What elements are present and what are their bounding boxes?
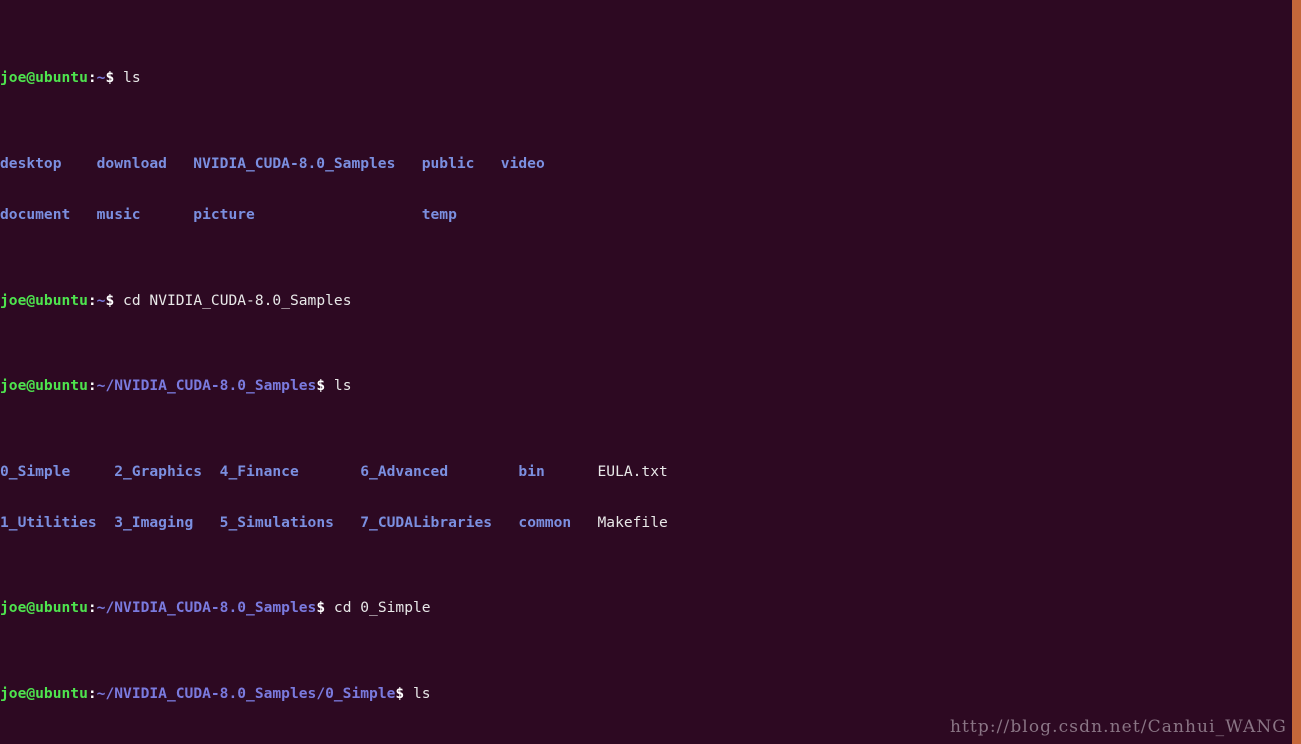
ls-entry-6_Advanced: 6_Advanced bbox=[360, 462, 519, 480]
terminal-line-prompt: joe@ubuntu:~/NVIDIA_CUDA-8.0_Samples$ cd… bbox=[0, 599, 1292, 616]
ls-entry-0_Simple: 0_Simple bbox=[0, 462, 115, 480]
command-text: cd NVIDIA_CUDA-8.0_Samples bbox=[114, 291, 352, 309]
prompt-user-host: joe@ubuntu bbox=[0, 69, 88, 87]
prompt-dollar: $ bbox=[395, 684, 405, 702]
ls-entry-1_Utilities: 1_Utilities bbox=[0, 513, 115, 531]
prompt-user-host: joe@ubuntu bbox=[0, 684, 88, 702]
terminal-line-prompt: joe@ubuntu:~/NVIDIA_CUDA-8.0_Samples/0_S… bbox=[0, 685, 1292, 702]
ls-entry-4_Finance: 4_Finance bbox=[219, 462, 361, 480]
prompt-dollar: $ bbox=[105, 69, 115, 87]
terminal-screen[interactable]: joe@ubuntu:~$ ls desktop download NVIDIA… bbox=[0, 1, 1292, 744]
prompt-dollar: $ bbox=[105, 291, 115, 309]
prompt-cwd: ~/NVIDIA_CUDA-8.0_Samples/0_Simple bbox=[96, 684, 396, 702]
ls-entry-common: common bbox=[518, 513, 598, 531]
scrollbar[interactable] bbox=[1292, 0, 1301, 744]
prompt-user-host: joe@ubuntu bbox=[0, 291, 88, 309]
ls-entry-2_Graphics: 2_Graphics bbox=[114, 462, 220, 480]
command-text: ls bbox=[404, 684, 431, 702]
prompt-cwd: ~/NVIDIA_CUDA-8.0_Samples bbox=[96, 377, 317, 395]
prompt-cwd: ~/NVIDIA_CUDA-8.0_Samples bbox=[96, 599, 317, 617]
ls-entry-3_Imaging: 3_Imaging bbox=[114, 513, 220, 531]
prompt-colon: : bbox=[87, 291, 97, 309]
ls-entry-5_Simulations: 5_Simulations bbox=[219, 513, 361, 531]
prompt-colon: : bbox=[87, 377, 97, 395]
ls-output-row: document music picture temp bbox=[0, 206, 457, 224]
prompt-user-host: joe@ubuntu bbox=[0, 377, 88, 395]
ls-entry-7_CUDALibraries: 7_CUDALibraries bbox=[360, 513, 519, 531]
ls-entry-bin: bin bbox=[518, 462, 598, 480]
ls-output-row: desktop download NVIDIA_CUDA-8.0_Samples… bbox=[0, 154, 545, 172]
command-text: ls bbox=[114, 69, 141, 87]
prompt-user-host: joe@ubuntu bbox=[0, 599, 88, 617]
command-text: cd 0_Simple bbox=[325, 599, 431, 617]
ls-entry-EULA.txt: EULA.txt bbox=[597, 462, 668, 480]
ls-output-row: 1_Utilities 3_Imaging 5_Simulations 7_CU… bbox=[0, 514, 1292, 531]
watermark-text: http://blog.csdn.net/Canhui_WANG bbox=[949, 716, 1287, 737]
prompt-colon: : bbox=[87, 599, 97, 617]
prompt-dollar: $ bbox=[316, 599, 326, 617]
terminal-window[interactable]: joe@ubuntu:~$ ls desktop download NVIDIA… bbox=[0, 0, 1301, 744]
prompt-colon: : bbox=[87, 69, 97, 87]
command-text: ls bbox=[325, 377, 352, 395]
terminal-line-prompt: joe@ubuntu:~$ cd NVIDIA_CUDA-8.0_Samples bbox=[0, 292, 1292, 309]
prompt-colon: : bbox=[87, 684, 97, 702]
ls-entry-Makefile: Makefile bbox=[597, 513, 668, 531]
terminal-line-prompt: joe@ubuntu:~/NVIDIA_CUDA-8.0_Samples$ ls bbox=[0, 377, 1292, 394]
prompt-dollar: $ bbox=[316, 377, 326, 395]
ls-output-row: 0_Simple 2_Graphics 4_Finance 6_Advanced… bbox=[0, 463, 1292, 480]
terminal-line-prompt: joe@ubuntu:~$ ls bbox=[0, 69, 1292, 86]
